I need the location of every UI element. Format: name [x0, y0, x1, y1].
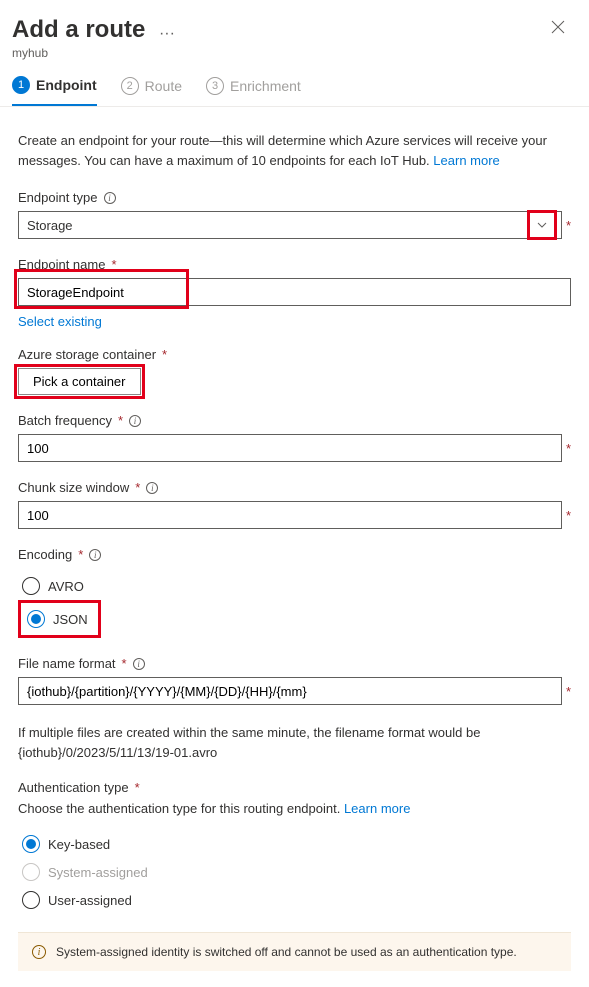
info-icon[interactable]: i [89, 549, 101, 561]
required-marker: * [78, 547, 83, 562]
filename-format-input[interactable] [18, 677, 562, 705]
auth-system-radio: System-assigned [18, 858, 571, 886]
pick-container-button[interactable]: Pick a container [18, 368, 141, 395]
auth-user-radio[interactable]: User-assigned [18, 886, 571, 914]
radio-label: User-assigned [48, 893, 132, 908]
required-marker: * [111, 257, 116, 272]
radio-label: Key-based [48, 837, 110, 852]
endpoint-name-input[interactable] [18, 278, 571, 306]
radio-label: JSON [53, 612, 88, 627]
required-marker: * [566, 218, 571, 233]
batch-frequency-input[interactable] [18, 434, 562, 462]
radio-label: System-assigned [48, 865, 148, 880]
step-number: 3 [206, 77, 224, 95]
auth-type-description: Choose the authentication type for this … [18, 801, 571, 816]
required-marker: * [135, 480, 140, 495]
storage-container-label: Azure storage container [18, 347, 156, 362]
page-title: Add a route [12, 16, 145, 44]
filename-note: If multiple files are created within the… [18, 723, 571, 762]
endpoint-type-value: Storage [27, 218, 73, 233]
radio-icon [27, 610, 45, 628]
chunk-size-label: Chunk size window [18, 480, 129, 495]
radio-icon [22, 863, 40, 881]
more-icon[interactable]: ··· [159, 25, 175, 43]
required-marker: * [162, 347, 167, 362]
endpoint-type-select[interactable]: Storage [18, 211, 562, 239]
hub-name: myhub [12, 46, 175, 60]
batch-frequency-label: Batch frequency [18, 413, 112, 428]
info-icon[interactable]: i [133, 658, 145, 670]
chunk-size-input[interactable] [18, 501, 562, 529]
close-icon [551, 20, 565, 34]
chevron-down-icon [531, 214, 553, 236]
intro-text: Create an endpoint for your route—this w… [18, 131, 571, 170]
banner-text: System-assigned identity is switched off… [56, 945, 517, 959]
step-number: 1 [12, 76, 30, 94]
step-label: Route [145, 78, 182, 94]
radio-label: AVRO [48, 579, 84, 594]
encoding-avro-radio[interactable]: AVRO [18, 572, 571, 600]
info-banner: i System-assigned identity is switched o… [18, 932, 571, 971]
required-marker: * [566, 684, 571, 699]
filename-format-label: File name format [18, 656, 116, 671]
required-marker: * [566, 441, 571, 456]
step-endpoint[interactable]: 1 Endpoint [12, 76, 97, 106]
endpoint-type-label: Endpoint type [18, 190, 98, 205]
radio-icon [22, 891, 40, 909]
encoding-json-radio[interactable]: JSON [23, 605, 92, 633]
step-label: Enrichment [230, 78, 301, 94]
radio-icon [22, 577, 40, 595]
required-marker: * [122, 656, 127, 671]
required-marker: * [135, 780, 140, 795]
endpoint-name-label: Endpoint name [18, 257, 105, 272]
step-tabs: 1 Endpoint 2 Route 3 Enrichment [0, 68, 589, 107]
encoding-label: Encoding [18, 547, 72, 562]
step-enrichment[interactable]: 3 Enrichment [206, 76, 301, 106]
select-existing-link[interactable]: Select existing [18, 314, 102, 329]
auth-learn-more-link[interactable]: Learn more [344, 801, 410, 816]
required-marker: * [118, 413, 123, 428]
auth-type-label: Authentication type [18, 780, 129, 795]
close-button[interactable] [547, 16, 569, 43]
radio-icon [22, 835, 40, 853]
step-label: Endpoint [36, 77, 97, 93]
info-icon[interactable]: i [104, 192, 116, 204]
info-icon[interactable]: i [129, 415, 141, 427]
step-number: 2 [121, 77, 139, 95]
learn-more-link[interactable]: Learn more [433, 153, 499, 168]
required-marker: * [566, 508, 571, 523]
info-icon: i [32, 945, 46, 959]
info-icon[interactable]: i [146, 482, 158, 494]
step-route[interactable]: 2 Route [121, 76, 182, 106]
auth-key-radio[interactable]: Key-based [18, 830, 571, 858]
